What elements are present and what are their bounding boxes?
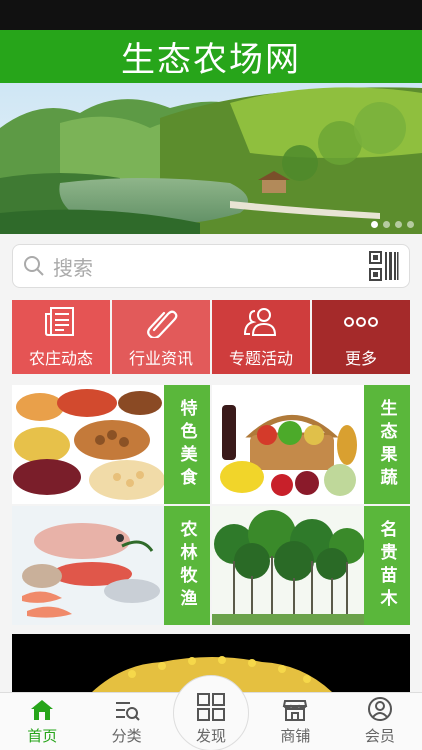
newspaper-icon bbox=[45, 307, 74, 336]
page-title: 生态农场网 bbox=[121, 40, 301, 80]
nav-label: 行业资讯 bbox=[128, 349, 193, 368]
tab-home[interactable]: 首页 bbox=[0, 693, 84, 750]
search-icon bbox=[24, 256, 44, 276]
tab-shop[interactable]: 商铺 bbox=[253, 693, 337, 750]
nav-item-farm-news[interactable]: 农庄动态 bbox=[12, 300, 110, 374]
category-list-icon bbox=[115, 702, 140, 721]
category-label: 特色美食 bbox=[164, 385, 210, 504]
specialty-food-image bbox=[12, 385, 164, 504]
app-header: 生态农场网 bbox=[0, 30, 422, 83]
banner-carousel[interactable] bbox=[0, 83, 422, 234]
carousel-dot[interactable] bbox=[395, 221, 402, 228]
tab-member[interactable]: 会员 bbox=[338, 693, 422, 750]
nav-item-more[interactable]: 更多 bbox=[312, 300, 410, 374]
carousel-dot[interactable] bbox=[371, 221, 378, 228]
tab-label: 会员 bbox=[364, 727, 395, 745]
nav-label: 专题活动 bbox=[228, 349, 293, 368]
carousel-dot[interactable] bbox=[407, 221, 414, 228]
category-eco-produce[interactable]: 生态果蔬 bbox=[212, 385, 410, 504]
category-grid: 特色美食 生态果蔬 农林牧渔 名贵苗木 bbox=[12, 385, 410, 625]
category-specialty-food[interactable]: 特色美食 bbox=[12, 385, 210, 504]
category-label: 农林牧渔 bbox=[164, 506, 210, 625]
user-icon bbox=[367, 697, 392, 721]
qr-code-icon[interactable] bbox=[369, 251, 399, 281]
agri-fishery-image bbox=[12, 506, 164, 625]
nav-label: 更多 bbox=[344, 349, 377, 368]
category-rare-seedlings[interactable]: 名贵苗木 bbox=[212, 506, 410, 625]
category-label: 生态果蔬 bbox=[364, 385, 410, 504]
nav-item-industry-news[interactable]: 行业资讯 bbox=[112, 300, 210, 374]
users-icon bbox=[243, 308, 277, 336]
tab-label: 发现 bbox=[196, 727, 227, 745]
eco-produce-image bbox=[212, 385, 364, 504]
grid-icon bbox=[197, 693, 225, 721]
quick-nav: 农庄动态 行业资讯 专题活动 更多 bbox=[12, 300, 410, 374]
tab-category[interactable]: 分类 bbox=[84, 693, 168, 750]
carousel-dot[interactable] bbox=[383, 221, 390, 228]
tab-label: 首页 bbox=[27, 727, 58, 745]
category-agri-fishery[interactable]: 农林牧渔 bbox=[12, 506, 210, 625]
tab-label: 商铺 bbox=[280, 727, 311, 745]
status-bar bbox=[0, 0, 422, 30]
search-placeholder: 搜索 bbox=[53, 255, 93, 280]
search-input[interactable]: 搜索 bbox=[12, 244, 410, 288]
rare-seedlings-image bbox=[212, 506, 364, 625]
bottom-tab-bar: 首页 分类 发现 商铺 会员 bbox=[0, 675, 422, 750]
more-dots-icon bbox=[344, 317, 378, 327]
shop-icon bbox=[283, 700, 308, 721]
nav-item-special-events[interactable]: 专题活动 bbox=[212, 300, 310, 374]
nav-label: 农庄动态 bbox=[28, 349, 93, 368]
tab-discover[interactable]: 发现 bbox=[169, 675, 253, 750]
category-label: 名贵苗木 bbox=[364, 506, 410, 625]
tab-label: 分类 bbox=[111, 727, 142, 745]
paperclip-icon bbox=[147, 310, 178, 338]
banner-image bbox=[0, 83, 422, 234]
carousel-indicator bbox=[371, 221, 414, 228]
home-icon bbox=[31, 700, 54, 720]
